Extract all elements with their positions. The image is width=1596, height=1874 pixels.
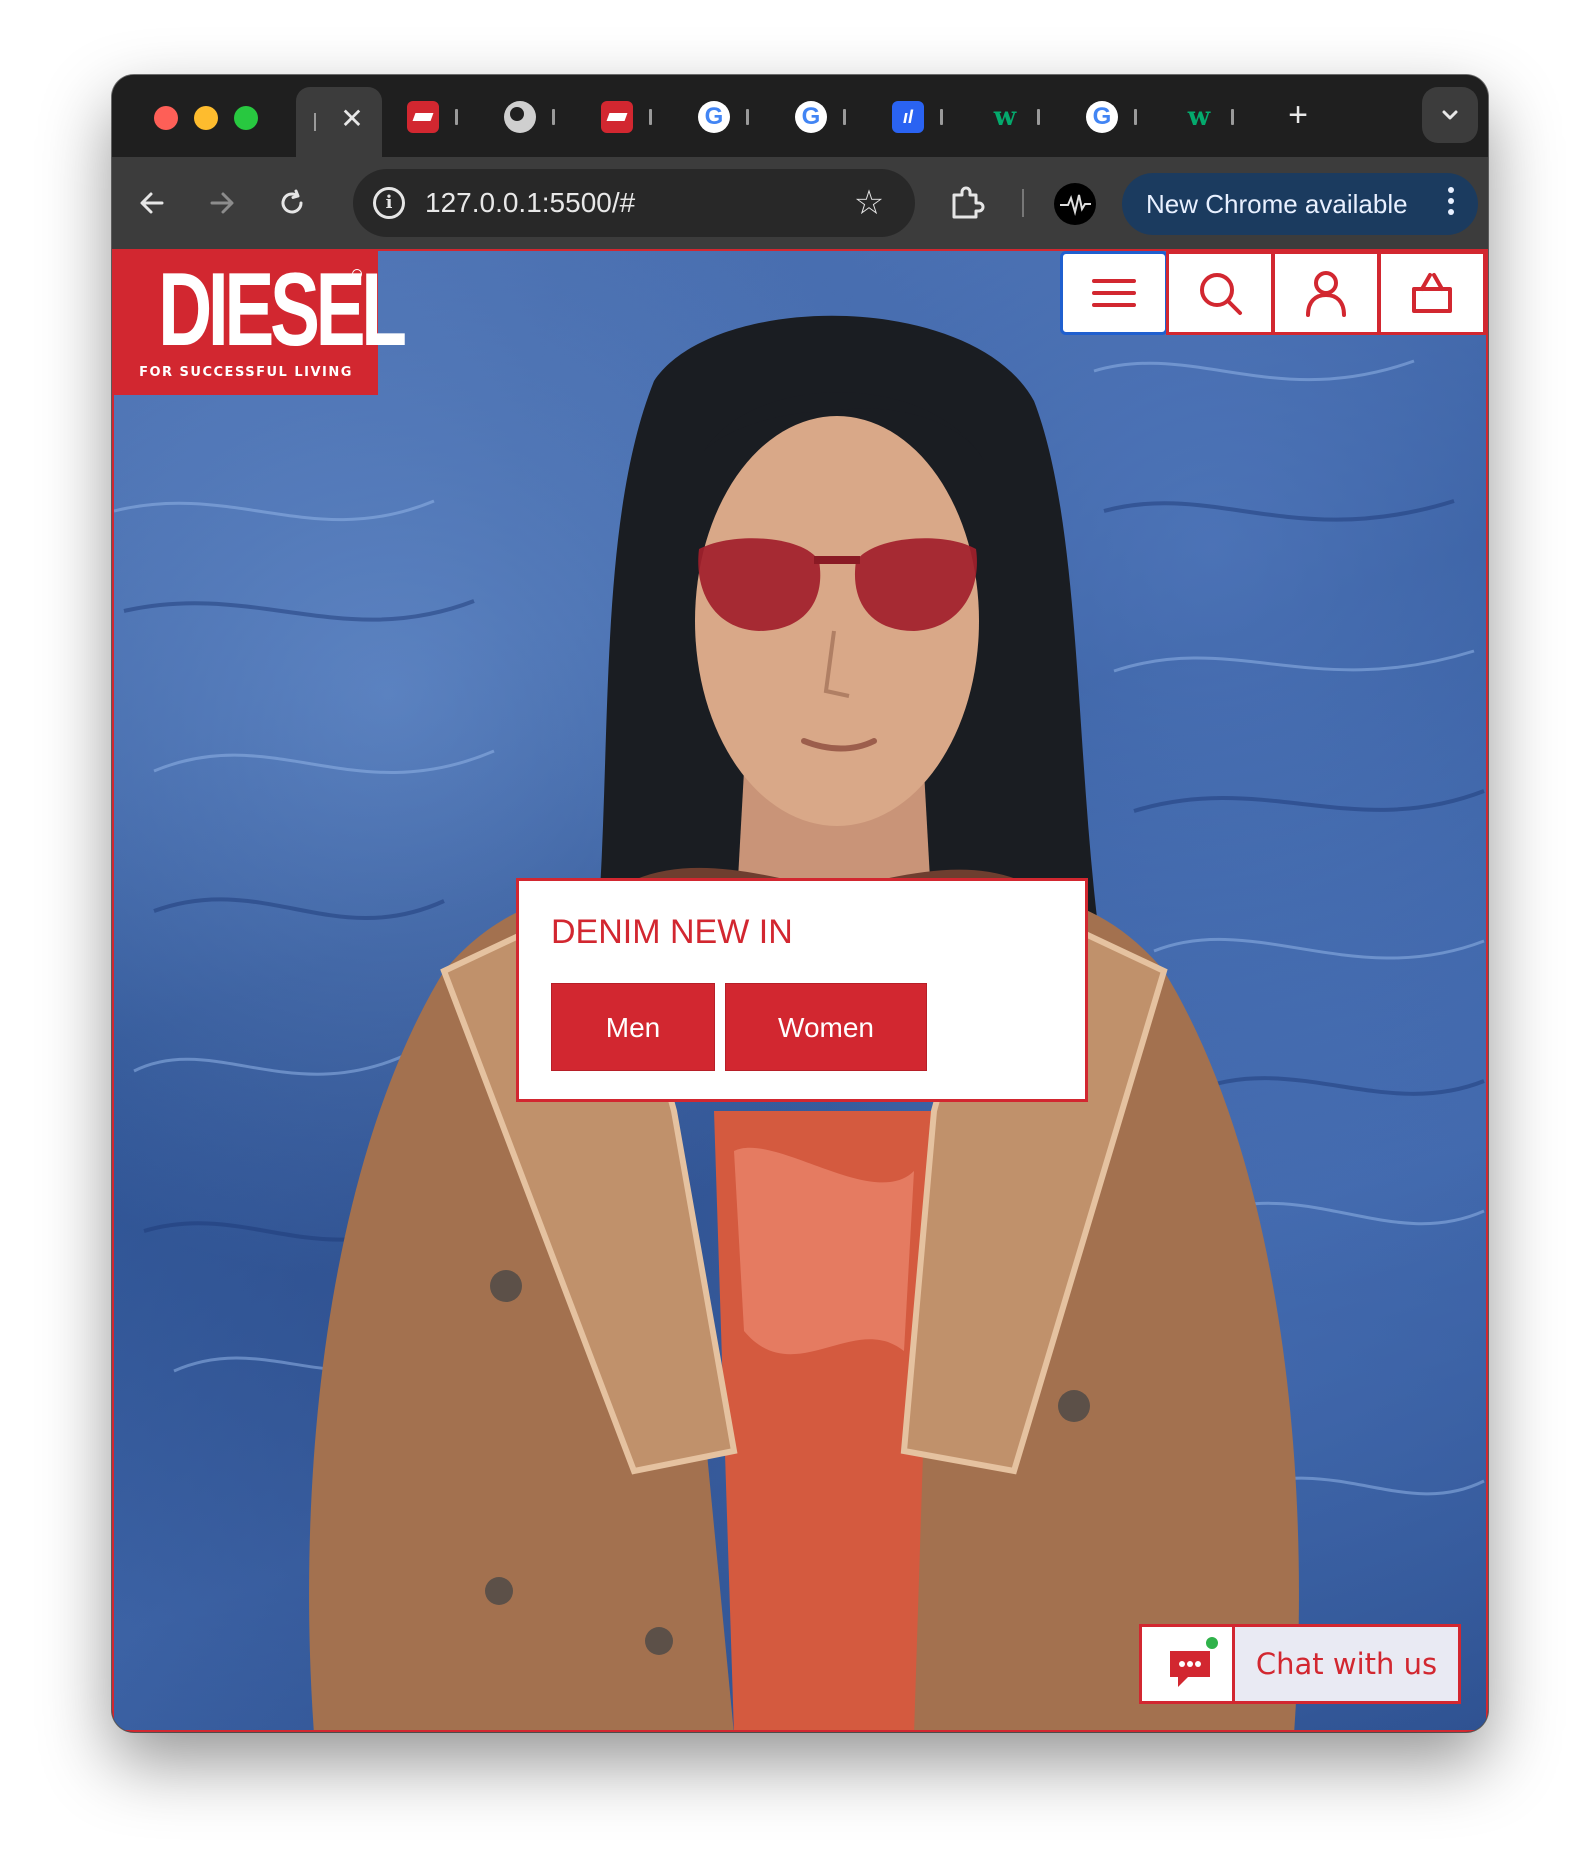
analytics-icon: ıl (892, 101, 924, 133)
tab-divider (940, 109, 943, 125)
women-button[interactable]: Women (725, 983, 927, 1071)
tab-divider (1231, 109, 1234, 125)
tab-divider (1134, 109, 1137, 125)
tab-google-2[interactable]: G (783, 91, 879, 143)
tab-globe[interactable] (492, 91, 588, 143)
google-icon: G (795, 101, 827, 133)
tab-w3schools-2[interactable]: w (1171, 91, 1267, 143)
account-icon (1306, 271, 1346, 317)
close-window-button[interactable] (154, 106, 178, 130)
chrome-update-label: New Chrome available (1146, 189, 1408, 219)
chrome-update-button[interactable]: New Chrome available (1122, 173, 1478, 235)
online-status-dot (1204, 1635, 1220, 1651)
maximize-window-button[interactable] (234, 106, 258, 130)
tab-divider (455, 109, 458, 125)
promo-title: DENIM NEW IN (551, 913, 793, 951)
chat-icon-button[interactable] (1139, 1624, 1235, 1704)
page-viewport: DIESEL FOR SUCCESSFUL LIVING DENIM NEW I… (112, 249, 1488, 1732)
globe-icon (504, 101, 536, 133)
chat-widget[interactable]: Chat with us (1139, 1624, 1461, 1704)
account-button[interactable] (1272, 251, 1380, 335)
w3schools-icon: w (993, 102, 1017, 132)
tab-active[interactable]: ✕ (296, 87, 382, 157)
address-bar[interactable]: i 127.0.0.1:5500/# ☆ (353, 169, 915, 237)
brand-tagline: FOR SUCCESSFUL LIVING (139, 365, 353, 380)
url-text[interactable]: 127.0.0.1:5500/# (425, 169, 635, 237)
forward-arrow-icon (210, 192, 234, 214)
w3schools-icon: w (1187, 102, 1211, 132)
registered-mark-icon (352, 269, 362, 279)
diesel-logo-icon (601, 101, 633, 133)
extensions-puzzle-icon[interactable] (944, 181, 988, 225)
tab-diesel-2[interactable] (589, 91, 685, 143)
browser-toolbar: i 127.0.0.1:5500/# ☆ New Chrome availabl… (112, 157, 1488, 249)
bookmark-star-icon[interactable]: ☆ (849, 183, 889, 223)
basket-icon (1412, 273, 1452, 313)
tab-divider (314, 113, 316, 131)
profile-avatar[interactable] (1054, 183, 1096, 225)
tab-divider (1037, 109, 1040, 125)
back-arrow-icon (140, 192, 164, 214)
search-button[interactable] (1166, 251, 1274, 335)
tab-google-1[interactable]: G (686, 91, 782, 143)
promo-card: DENIM NEW IN Men Women (516, 878, 1088, 1102)
brand-wordmark: DIESEL (158, 252, 407, 368)
tab-w3schools-1[interactable]: w (977, 91, 1073, 143)
browser-window: ✕ G G ıl w G w + i 127.0.0.1:5500/# ☆ Ne… (112, 75, 1488, 1732)
google-icon: G (1086, 101, 1118, 133)
reload-button[interactable] (268, 179, 316, 227)
chevron-down-icon (1442, 110, 1458, 120)
chat-label[interactable]: Chat with us (1235, 1624, 1461, 1704)
search-icon (1200, 273, 1242, 315)
menu-button[interactable] (1060, 251, 1168, 335)
tab-strip: ✕ G G ıl w G w + (112, 75, 1488, 157)
toolbar-divider (1022, 189, 1024, 217)
diesel-logo[interactable]: DIESEL FOR SUCCESSFUL LIVING (114, 251, 407, 395)
header-icon-bar (1060, 251, 1486, 335)
menu-icon (1092, 279, 1136, 307)
tab-diesel-1[interactable] (395, 91, 491, 143)
waveform-icon (1060, 194, 1091, 216)
tab-divider (649, 109, 652, 125)
chat-bubble-icon (1170, 1651, 1210, 1687)
tab-divider (843, 109, 846, 125)
tab-analytics[interactable]: ıl (880, 91, 976, 143)
diesel-logo-icon (407, 101, 439, 133)
google-icon: G (698, 101, 730, 133)
tab-close-icon[interactable]: ✕ (334, 101, 370, 137)
kebab-menu-icon[interactable] (1446, 187, 1456, 221)
basket-button[interactable] (1378, 251, 1486, 335)
men-button[interactable]: Men (551, 983, 715, 1071)
tab-google-3[interactable]: G (1074, 91, 1170, 143)
tab-divider (746, 109, 749, 125)
tab-search-button[interactable] (1422, 87, 1478, 143)
tab-divider (552, 109, 555, 125)
new-tab-button[interactable]: + (1276, 93, 1320, 137)
site-info-icon[interactable]: i (373, 187, 405, 219)
minimize-window-button[interactable] (194, 106, 218, 130)
reload-icon (281, 189, 303, 214)
forward-button[interactable] (198, 179, 246, 227)
back-button[interactable] (128, 179, 176, 227)
